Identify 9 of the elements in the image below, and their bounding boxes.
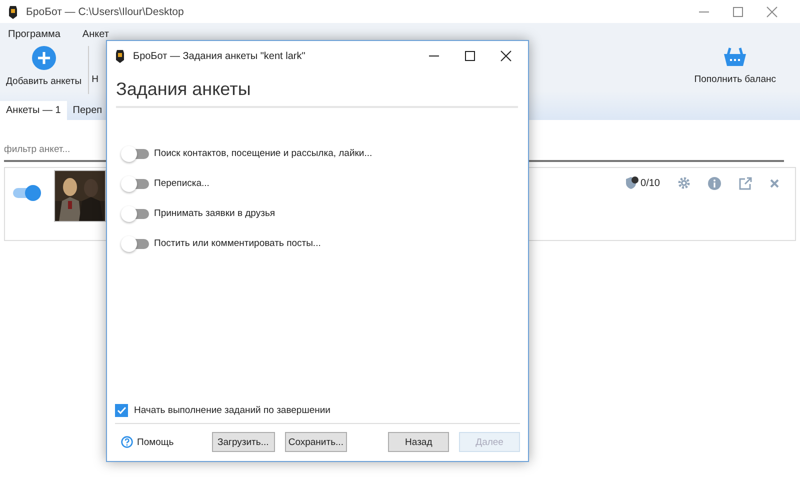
checkbox-label: Начать выполнение заданий по завершении <box>134 405 330 416</box>
task-label: Поиск контактов, посещение и рассылка, лайки... <box>154 148 372 159</box>
dialog-heading: Задания анкеты <box>116 79 518 108</box>
window-title: БроБот — C:\Users\Ilour\Desktop <box>26 6 185 18</box>
dialog-title: БроБот — Задания анкеты "kent lark" <box>133 50 306 62</box>
task-count: 0/10 <box>640 178 660 188</box>
task-label: Переписка... <box>154 178 210 189</box>
task-label: Принимать заявки в друзья <box>154 208 276 219</box>
task-label: Постить или комментировать посты... <box>154 238 321 249</box>
